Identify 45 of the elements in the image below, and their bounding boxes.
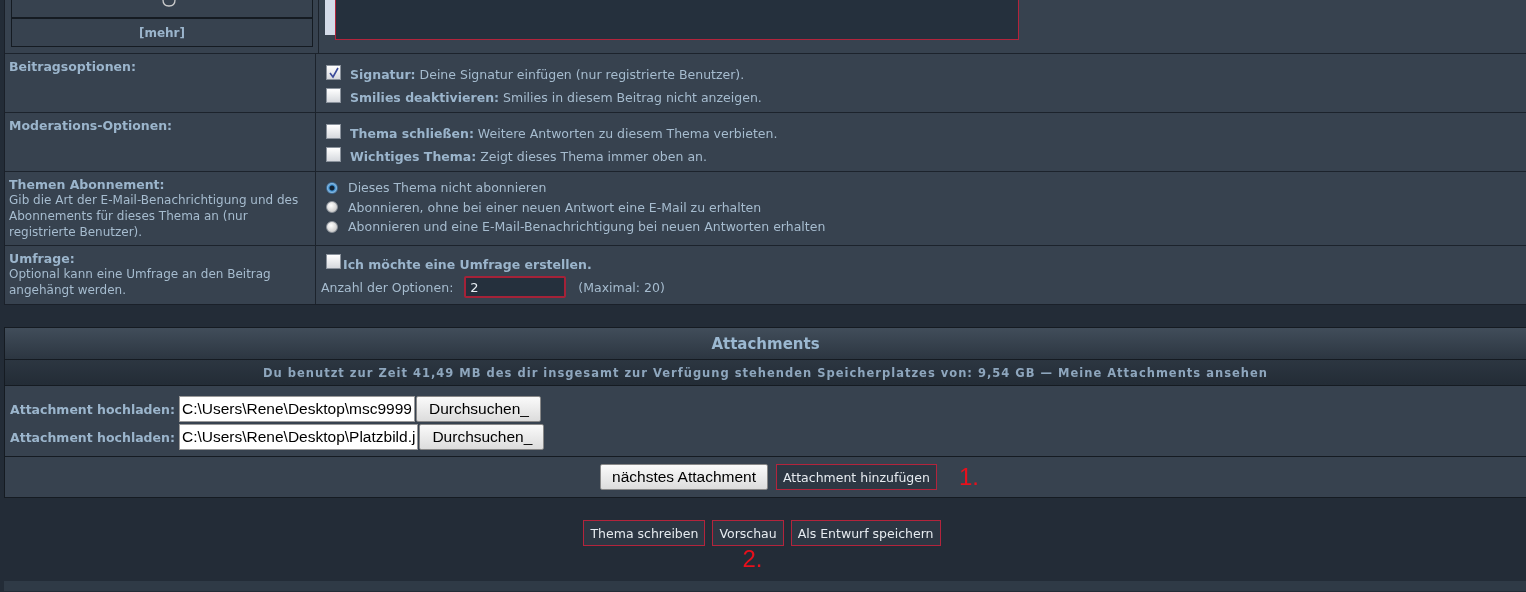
radio-label[interactable]: Abonnieren und eine E-Mail-Benachrichtigung bei neuen Antworten erhalten — [348, 219, 826, 235]
option-text: Thema schließen: Weitere Antworten zu diesem Thema verbieten. — [350, 126, 778, 142]
submit-button[interactable]: Thema schreiben — [583, 520, 706, 546]
next-attachment-button[interactable]: nächstes Attachment — [600, 464, 768, 490]
more-link[interactable]: [mehr] — [11, 18, 313, 47]
annotation-number: 2. — [742, 545, 763, 573]
scrollbar[interactable] — [325, 0, 335, 35]
option-text: Signatur: Deine Signatur einfügen (nur registrierte Benutzer). — [350, 67, 745, 83]
option-label: Beitragsoptionen: — [9, 59, 137, 74]
message-textarea[interactable] — [335, 0, 1019, 40]
radio-button[interactable] — [326, 220, 338, 233]
checkbox-label[interactable]: Ich möchte eine Umfrage erstellen. — [343, 257, 592, 272]
max-note: (Maximal: 20) — [578, 279, 665, 295]
radio-button[interactable] — [326, 201, 338, 214]
checkbox[interactable] — [326, 254, 341, 269]
option-text: Smilies deaktivieren: Smilies in diesem Beitrag nicht anzeigen. — [350, 90, 762, 106]
option-label: Themen Abonnement: — [9, 177, 166, 192]
option-label: Umfrage: — [9, 251, 76, 266]
radio-label[interactable]: Abonnieren, ohne bei einer neuen Antwort eine E-Mail zu erhalten — [348, 199, 762, 215]
attachments-link[interactable]: Meine Attachments ansehen — [1058, 365, 1268, 380]
browse-button[interactable]: Durchsuchen_ — [419, 424, 545, 450]
upload-label: Attachment hochladen: — [10, 429, 175, 445]
radio-label[interactable]: Dieses Thema nicht abonnieren — [348, 180, 547, 196]
smiley-icon[interactable] — [162, 0, 176, 7]
checkbox[interactable] — [326, 65, 341, 80]
browse-button[interactable]: Durchsuchen_ — [415, 396, 541, 422]
checkbox[interactable] — [326, 88, 341, 103]
checkbox[interactable] — [326, 124, 341, 139]
section-title: Attachments — [5, 328, 1526, 360]
upload-label: Attachment hochladen: — [10, 401, 175, 417]
file-field[interactable]: C:\Users\Rene\Desktop\Platzbild.j — [178, 424, 419, 450]
option-description: Optional kann eine Umfrage an den Beitrag angehängt werden. — [9, 266, 272, 298]
submit-button[interactable]: Als Entwurf speichern — [790, 520, 941, 546]
input-field[interactable]: 2 — [464, 276, 567, 298]
annotation-number: 1. — [958, 463, 979, 491]
add-attachment-button[interactable]: Attachment hinzufügen — [775, 464, 937, 490]
checkbox[interactable] — [326, 147, 341, 162]
option-label: Moderations-Optionen: — [9, 118, 174, 133]
submit-button[interactable]: Vorschau — [712, 520, 784, 546]
radio-button[interactable] — [326, 181, 338, 194]
field-label: Anzahl der Optionen: — [321, 279, 454, 295]
file-field[interactable]: C:\Users\Rene\Desktop\msc9999 — [178, 396, 415, 422]
usage-text: Du benutzt zur Zeit 41,49 MB des dir insgesamt zur Verfügung stehenden Speicherplatzes von: 9,54 GB — — [263, 365, 1054, 380]
option-description: Gib die Art der E-Mail-Benachrichtigung und des Abonnements für dieses Thema an (nur registrierte Benutzer). — [9, 192, 300, 240]
option-text: Wichtiges Thema: Zeigt dieses Thema immer oben an. — [350, 149, 707, 165]
